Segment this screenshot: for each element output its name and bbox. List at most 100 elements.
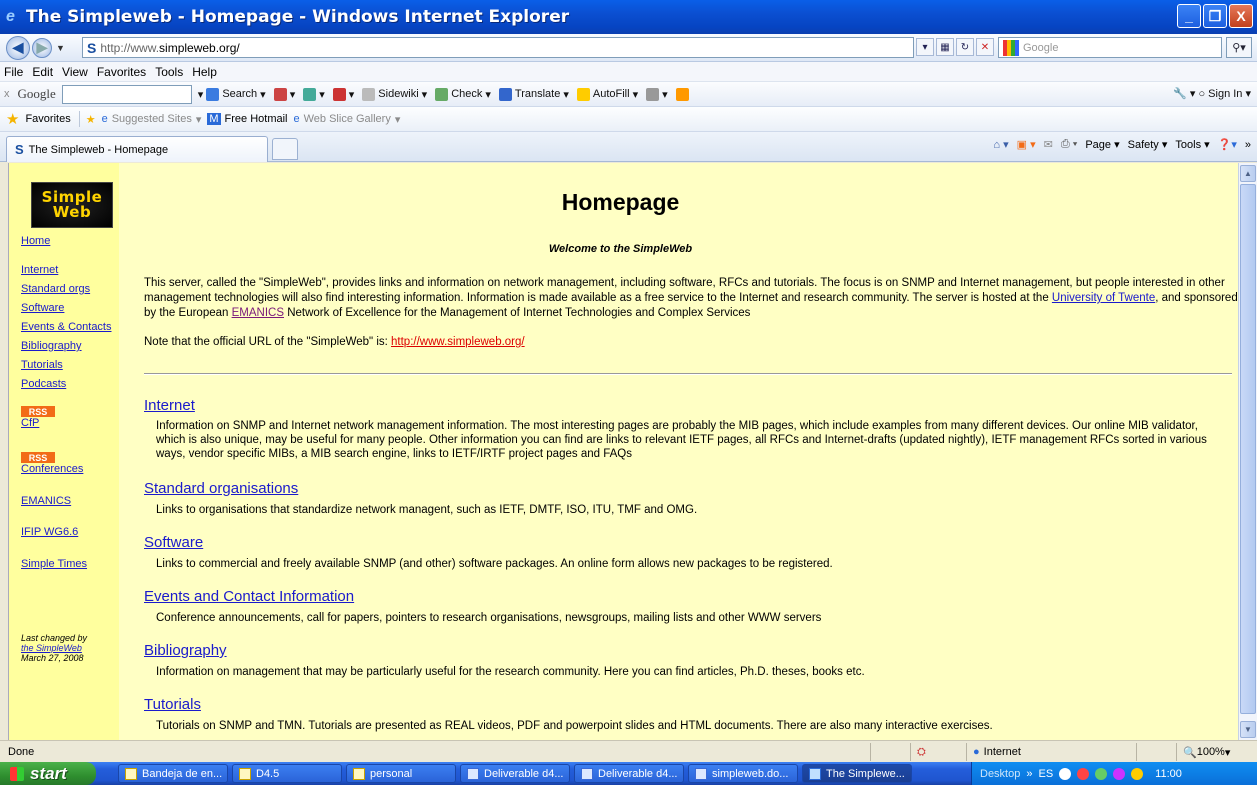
add-favorite-icon[interactable]: ★ [86,113,96,126]
menu-tools[interactable]: Tools [155,65,183,79]
section-internet-link[interactable]: Internet [144,397,195,414]
minimize-button[interactable]: _ [1177,4,1201,28]
tab-simpleweb[interactable]: S The Simpleweb - Homepage [6,136,268,162]
sidebar-link-events[interactable]: Events & Contacts [21,321,112,333]
compatibility-icon[interactable]: ▦ [936,38,954,56]
section-bibliography-link[interactable]: Bibliography [144,642,227,659]
simpleweb-logo[interactable]: Simple Web [31,182,113,228]
university-twente-link[interactable]: University of Twente [1052,292,1155,304]
section-tutorials-link[interactable]: Tutorials [144,696,201,713]
start-button[interactable]: start [0,762,96,785]
maximize-button[interactable]: ❐ [1203,4,1227,28]
address-bar[interactable]: S http://www. simpleweb.org/ [82,37,914,58]
desktop-toolbar[interactable]: Desktop [980,768,1020,780]
tray-icon-4[interactable] [1113,767,1126,780]
menu-file[interactable]: File [4,65,23,79]
refresh-icon[interactable]: ↻ [956,38,974,56]
sidebar-link-bibliography[interactable]: Bibliography [21,340,82,352]
task-folder-d45[interactable]: D4.5 [232,764,342,783]
tray-icon-5[interactable] [1131,767,1144,780]
tray-icon-1[interactable] [1059,767,1072,780]
tray-expand-icon[interactable]: » [1026,768,1032,780]
sidebar-link-software[interactable]: Software [21,302,64,314]
tray-icon-2[interactable] [1077,767,1090,780]
task-outlook[interactable]: Bandeja de en... [118,764,228,783]
check-button[interactable]: Check ▾ [435,87,491,101]
bookmark-add-button[interactable]: ▾ [303,87,325,101]
sidebar-link-conferences[interactable]: Conferences [21,463,83,475]
official-url-link[interactable]: http://www.simpleweb.org/ [391,336,525,348]
help-icon[interactable]: ❓▾ [1218,138,1237,151]
sidebar-link-ifip[interactable]: IFIP WG6.6 [21,526,78,538]
translate-button[interactable]: Translate ▾ [498,87,569,101]
sidebar-link-standard-orgs[interactable]: Standard orgs [21,283,90,295]
scroll-down-icon[interactable]: ▼ [1240,721,1256,738]
rss-badge-cfp[interactable]: RSS [21,406,55,417]
chevron-more-icon[interactable]: » [1245,139,1251,151]
google-search-button[interactable]: ▾ Search ▾ [198,87,266,101]
search-input[interactable]: Google [998,37,1222,58]
scroll-up-icon[interactable]: ▲ [1240,165,1256,182]
task-word-1[interactable]: Deliverable d4... [460,764,570,783]
scroll-thumb[interactable] [1240,184,1256,714]
language-indicator[interactable]: ES [1038,768,1053,780]
signin-button[interactable]: 🔧 ▾ ○ Sign In ▾ [1173,87,1251,100]
autofill-button[interactable]: AutoFill ▾ [576,87,638,101]
rss-badge-conferences[interactable]: RSS [21,452,55,463]
sidebar-link-home[interactable]: Home [21,235,50,247]
free-hotmail-link[interactable]: M Free Hotmail [207,113,288,125]
toolbar-close-icon[interactable]: x [4,88,10,100]
history-dropdown-icon[interactable]: ▼ [56,43,65,53]
menu-help[interactable]: Help [192,65,217,79]
sidebar-link-simple-times[interactable]: Simple Times [21,558,87,570]
back-button[interactable]: ◀ [6,35,30,60]
task-word-3[interactable]: simpleweb.do... [688,764,798,783]
forward-button[interactable]: ▶ [32,37,52,58]
print-icon[interactable]: ⎙ ▾ [1061,138,1077,151]
feeds-icon[interactable]: ▣ ▾ [1017,138,1036,151]
suggested-sites-link[interactable]: e Suggested Sites ▾ [102,113,202,126]
favorites-button[interactable]: Favorites [25,113,70,125]
page-menu[interactable]: Page ▾ [1085,138,1119,151]
sidebar-link-internet[interactable]: Internet [21,264,58,276]
sidebar-link-podcasts[interactable]: Podcasts [21,378,66,390]
google-toolbar-input[interactable] [61,84,192,104]
spellcheck-icon [435,87,449,101]
vertical-scrollbar[interactable]: ▲ ▼ [1238,163,1257,740]
safety-menu[interactable]: Safety ▾ [1128,138,1168,151]
popup-blocker-button[interactable]: ▾ [273,87,295,101]
section-software-link[interactable]: Software [144,534,203,551]
popup-icon [273,87,287,101]
sidebar-link-cfp[interactable]: CfP [21,417,39,429]
search-button[interactable]: ⚲▾ [1226,37,1252,58]
menu-view[interactable]: View [62,65,88,79]
task-folder-personal[interactable]: personal [346,764,456,783]
zoom-level[interactable]: 🔍 100% ▾ [1176,743,1257,761]
sidebar-link-emanics[interactable]: EMANICS [21,495,71,507]
favorites-star-icon[interactable]: ★ [6,110,19,128]
section-standard-link[interactable]: Standard organisations [144,480,298,497]
web-slice-gallery-link[interactable]: e Web Slice Gallery ▾ [294,113,401,126]
home-icon[interactable]: ⌂ ▾ [993,138,1008,151]
section-bibliography-desc: Information on management that may be pa… [156,666,865,678]
new-tab-button[interactable] [272,138,298,160]
task-word-2[interactable]: Deliverable d4... [574,764,684,783]
share-button[interactable]: ▾ [332,87,354,101]
tools-menu[interactable]: Tools ▾ [1175,138,1209,151]
sidebar-link-tutorials[interactable]: Tutorials [21,359,63,371]
wrench-button[interactable]: ▾ [646,87,668,101]
close-button[interactable]: X [1229,4,1253,28]
sidewiki-button[interactable]: Sidewiki ▾ [362,87,427,101]
tray-icon-3[interactable] [1095,767,1108,780]
menu-edit[interactable]: Edit [32,65,53,79]
emanics-link[interactable]: EMANICS [232,307,284,319]
address-dropdown-icon[interactable]: ▾ [916,38,934,56]
stop-icon[interactable]: ✕ [976,38,994,56]
task-ie[interactable]: The Simplewe... [802,764,912,783]
pencil-button[interactable] [675,87,689,101]
last-changed-link[interactable]: the SimpleWeb [21,643,87,653]
section-events-link[interactable]: Events and Contact Information [144,588,354,605]
mail-icon[interactable]: ✉ [1044,138,1053,151]
menu-favorites[interactable]: Favorites [97,65,146,79]
google-logo: Google [17,86,56,101]
